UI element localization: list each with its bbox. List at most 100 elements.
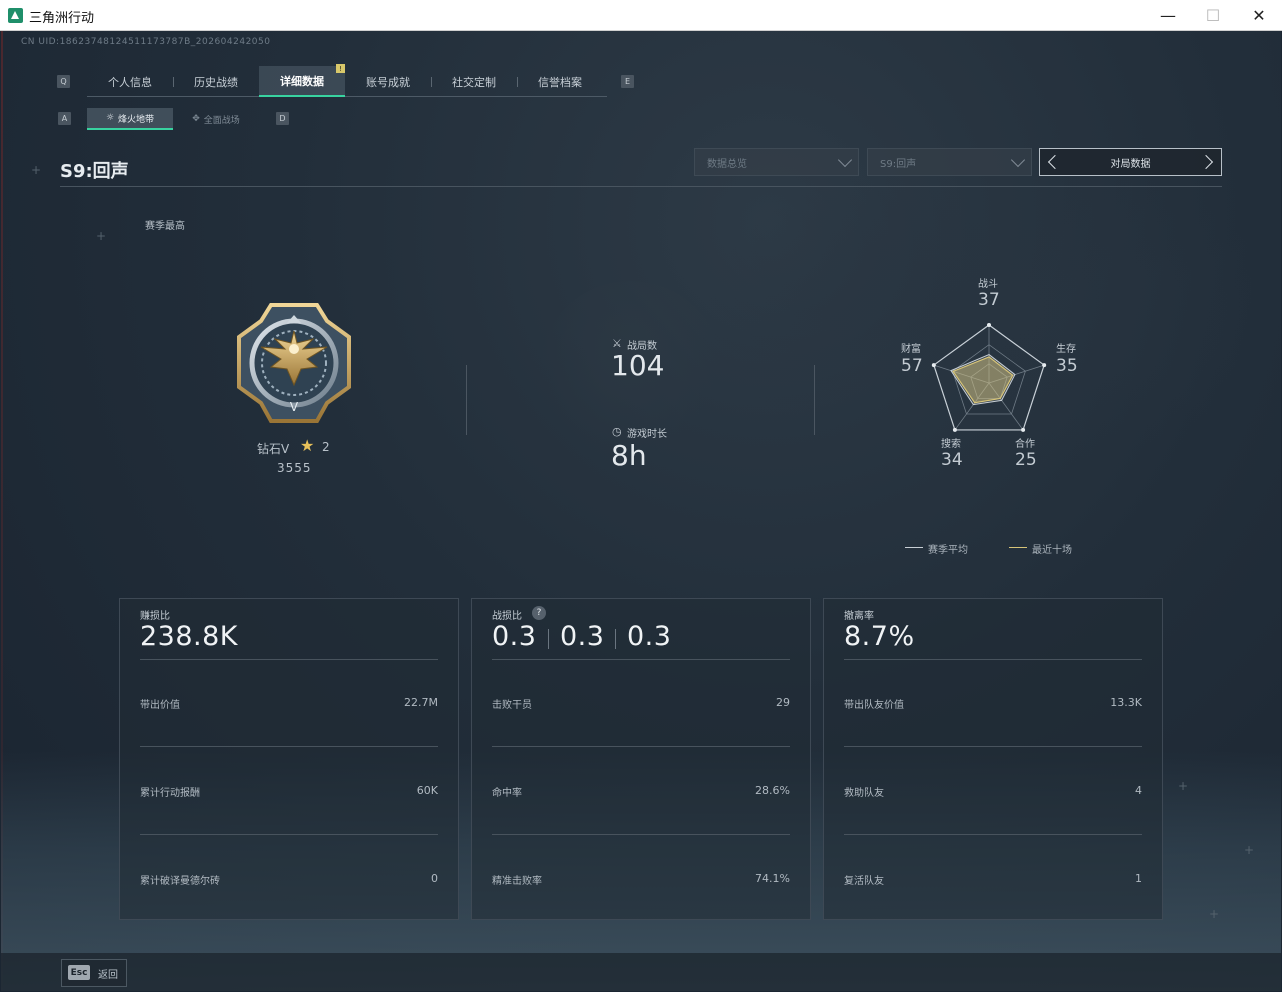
extraction-rate-card: 撤离率 8.7% 带出队友价值 13.3K 救助队友 4 复活队友 1 bbox=[823, 598, 1163, 920]
data-view-switcher: 对局数据 bbox=[1039, 148, 1222, 176]
section-divider bbox=[814, 365, 815, 435]
radar-vertex-dot bbox=[987, 323, 991, 327]
card-main-value: 238.8K bbox=[140, 621, 239, 652]
card-divider bbox=[844, 746, 1142, 747]
chevron-left-icon[interactable] bbox=[1047, 154, 1063, 170]
decor-plus-icon: + bbox=[1178, 779, 1189, 793]
tab-match-history[interactable]: 历史战绩 bbox=[173, 66, 259, 97]
row-value: 22.7M bbox=[404, 696, 438, 709]
card-divider bbox=[140, 834, 438, 835]
row-value: 74.1% bbox=[755, 872, 790, 885]
radar-vertex-dot bbox=[1042, 363, 1047, 368]
subtab-prev-key[interactable]: A bbox=[58, 112, 71, 125]
svg-text:V: V bbox=[290, 400, 299, 414]
radar-search-label: 搜索 bbox=[941, 439, 961, 450]
game-viewport: + + + + + CN UID:18623748124511173787B_2… bbox=[1, 31, 1281, 991]
rank-badge-icon: V bbox=[237, 303, 351, 423]
tab-credit-record[interactable]: 信誉档案 bbox=[517, 66, 603, 97]
card-divider bbox=[492, 746, 790, 747]
beacon-icon: ☼ bbox=[105, 113, 115, 123]
card-title: 撤离率 bbox=[844, 611, 874, 622]
row-label: 累计破译曼德尔砖 bbox=[140, 876, 220, 887]
row-value: 29 bbox=[776, 696, 790, 709]
esc-key[interactable]: Esc bbox=[68, 965, 90, 980]
card-divider bbox=[140, 746, 438, 747]
dropdown-value: 数据总览 bbox=[707, 158, 747, 170]
row-label: 击败干员 bbox=[492, 700, 532, 711]
legend-recent-ten: 最近十场 bbox=[1032, 545, 1072, 556]
radar-cooperation-label: 合作 bbox=[1015, 439, 1035, 450]
card-divider bbox=[492, 834, 790, 835]
tab-achievements[interactable]: 账号成就 bbox=[345, 66, 431, 97]
card-divider bbox=[492, 659, 790, 660]
radar-combat-value: 37 bbox=[978, 290, 1000, 310]
legend-season-avg-swatch bbox=[905, 547, 923, 548]
star-icon: ★ bbox=[300, 436, 315, 455]
matches-value: 104 bbox=[611, 349, 665, 382]
window-title: 三角洲行动 bbox=[29, 11, 95, 26]
rank-name: 钻石V bbox=[257, 442, 290, 456]
radar-vertex-dot bbox=[1021, 427, 1026, 432]
rank-points: 3555 bbox=[277, 461, 312, 475]
card-divider bbox=[140, 659, 438, 660]
kd-ratio-card: 战损比 ? 0.3 0.3 0.3 击败干员 29 命中率 28.6% 精准击败… bbox=[471, 598, 811, 920]
data-type-dropdown[interactable]: 数据总览 bbox=[694, 148, 859, 176]
app-logo-icon bbox=[8, 8, 23, 23]
kd-value-2: 0.3 bbox=[560, 621, 605, 652]
radar-vertex-dot bbox=[931, 363, 936, 368]
radar-vertex-dot bbox=[952, 427, 957, 432]
tab-prev-key[interactable]: Q bbox=[57, 75, 70, 88]
row-label: 带出队友价值 bbox=[844, 700, 904, 711]
radar-survival-value: 35 bbox=[1056, 356, 1078, 376]
close-button[interactable]: ✕ bbox=[1236, 0, 1282, 31]
card-divider bbox=[844, 834, 1142, 835]
row-value: 60K bbox=[416, 784, 438, 797]
switcher-label: 对局数据 bbox=[1110, 158, 1151, 170]
row-value: 4 bbox=[1135, 784, 1142, 797]
row-label: 命中率 bbox=[492, 788, 522, 799]
radar-wealth-label: 财富 bbox=[901, 344, 921, 355]
radar-search-value: 34 bbox=[941, 450, 963, 470]
playtime-value: 8h bbox=[611, 439, 647, 472]
help-icon[interactable]: ? bbox=[532, 606, 546, 620]
subtab-next-key[interactable]: D bbox=[276, 112, 289, 125]
back-label[interactable]: 返回 bbox=[98, 966, 118, 981]
season-dropdown[interactable]: S9:回声 bbox=[867, 148, 1032, 176]
radar-survival-label: 生存 bbox=[1056, 344, 1076, 355]
profit-loss-card: 赚损比 238.8K 带出价值 22.7M 累计行动报酬 60K 累计破译曼德尔… bbox=[119, 598, 459, 920]
tab-next-key[interactable]: E bbox=[621, 75, 634, 88]
season-best-label: 赛季最高 bbox=[145, 221, 185, 232]
decor-plus-icon: + bbox=[96, 229, 107, 243]
main-tabbar: 个人信息 历史战绩 详细数据 账号成就 社交定制 信誉档案 bbox=[87, 66, 607, 97]
radar-wealth-value: 57 bbox=[901, 356, 923, 376]
player-uid: CN UID:18623748124511173787B_20260424205… bbox=[21, 37, 271, 47]
row-label: 累计行动报酬 bbox=[140, 788, 200, 799]
chevron-right-icon[interactable] bbox=[1198, 154, 1214, 170]
kd-value-3: 0.3 bbox=[627, 621, 672, 652]
tab-personal-info[interactable]: 个人信息 bbox=[87, 66, 173, 97]
decor-plus-icon: + bbox=[1209, 907, 1220, 921]
window-titlebar: 三角洲行动 — ☐ ✕ bbox=[0, 0, 1282, 31]
radar-combat-label: 战斗 bbox=[978, 279, 998, 290]
minimize-button[interactable]: — bbox=[1145, 0, 1191, 31]
crosshair-icon: ✥ bbox=[192, 114, 200, 124]
card-main-value: 8.7% bbox=[844, 621, 915, 652]
dropdown-value: S9:回声 bbox=[880, 158, 917, 170]
row-value: 13.3K bbox=[1110, 696, 1142, 709]
header-divider bbox=[60, 186, 1222, 187]
legend-recent-ten-swatch bbox=[1009, 547, 1027, 548]
kd-separator bbox=[615, 629, 616, 649]
row-label: 带出价值 bbox=[140, 700, 180, 711]
maximize-button[interactable]: ☐ bbox=[1190, 0, 1236, 31]
subtab-warfare[interactable]: ✥ 全面战场 bbox=[173, 108, 259, 130]
subtab-operations[interactable]: ☼ 烽火地带 bbox=[87, 108, 173, 130]
chevron-down-icon bbox=[837, 152, 853, 168]
subtab-label: 烽火地带 bbox=[118, 114, 155, 125]
row-label: 精准击败率 bbox=[492, 876, 542, 887]
tab-social-custom[interactable]: 社交定制 bbox=[431, 66, 517, 97]
tab-notification-badge: ! bbox=[336, 64, 345, 73]
card-title: 战损比 bbox=[492, 611, 522, 622]
tab-detailed-data[interactable]: 详细数据 bbox=[259, 66, 345, 97]
chevron-down-icon bbox=[1010, 152, 1026, 168]
rank-star-count: 2 bbox=[322, 440, 330, 454]
